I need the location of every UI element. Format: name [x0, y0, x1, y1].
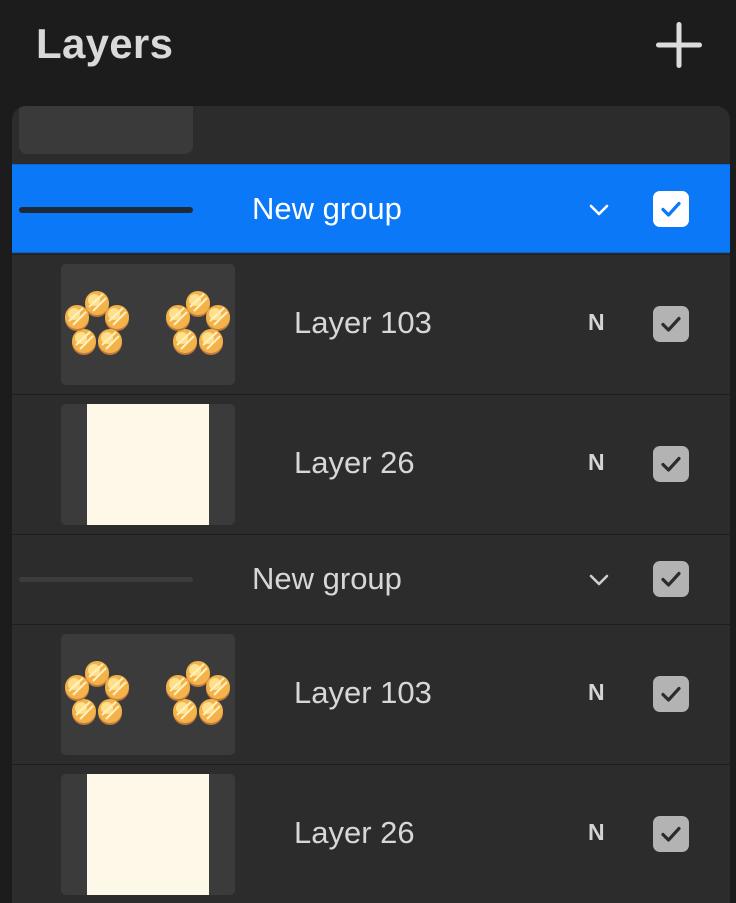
group-indicator — [19, 207, 193, 213]
blend-mode-button[interactable]: N — [588, 449, 605, 476]
layers-list[interactable]: New group Layer 103 N Layer 26 N New gro… — [12, 106, 730, 903]
layer-thumbnail[interactable] — [61, 634, 235, 755]
plus-icon — [656, 22, 702, 68]
group-row[interactable]: New group — [12, 164, 730, 253]
layers-header: Layers — [0, 0, 736, 100]
group-name: New group — [252, 191, 402, 226]
layer-thumbnail[interactable] — [61, 264, 235, 385]
group-expand-button[interactable] — [586, 567, 612, 593]
checkmark-icon — [661, 456, 681, 472]
group-row[interactable]: New group — [12, 534, 730, 623]
panel-title: Layers — [36, 20, 174, 67]
add-layer-button[interactable] — [652, 18, 706, 72]
layer-name: Layer 103 — [294, 305, 432, 340]
layer-thumbnail[interactable] — [61, 774, 235, 895]
layer-row[interactable]: Layer 26 N — [12, 394, 730, 533]
visibility-checkbox[interactable] — [653, 561, 689, 597]
layer-name: Layer 26 — [294, 815, 415, 850]
layer-name: Layer 103 — [294, 675, 432, 710]
visibility-checkbox[interactable] — [653, 446, 689, 482]
layer-thumbnail-partial[interactable] — [19, 106, 193, 154]
layer-row[interactable]: Layer 103 N — [12, 624, 730, 763]
layer-row[interactable]: Layer 103 N — [12, 254, 730, 393]
checkmark-icon — [661, 571, 681, 587]
blend-mode-button[interactable]: N — [588, 309, 605, 336]
checkmark-icon — [661, 316, 681, 332]
cream-fill-thumbnail — [87, 404, 209, 525]
layer-thumbnail[interactable] — [61, 404, 235, 525]
cream-fill-thumbnail — [87, 774, 209, 895]
visibility-checkbox[interactable] — [653, 306, 689, 342]
chevron-down-icon — [589, 204, 609, 216]
checkmark-icon — [661, 826, 681, 842]
group-indicator — [19, 577, 193, 582]
blend-mode-button[interactable]: N — [588, 679, 605, 706]
blend-mode-button[interactable]: N — [588, 819, 605, 846]
visibility-checkbox[interactable] — [653, 676, 689, 712]
chevron-down-icon — [589, 574, 609, 586]
group-expand-button[interactable] — [586, 197, 612, 223]
group-name: New group — [252, 561, 402, 596]
visibility-checkbox[interactable] — [653, 191, 689, 227]
flower-rings-thumbnail — [61, 264, 235, 385]
flower-rings-thumbnail — [61, 634, 235, 755]
checkmark-icon — [661, 686, 681, 702]
visibility-checkbox[interactable] — [653, 816, 689, 852]
checkmark-icon — [661, 201, 681, 217]
layer-row[interactable]: Layer 26 N — [12, 764, 730, 903]
layer-name: Layer 26 — [294, 445, 415, 480]
